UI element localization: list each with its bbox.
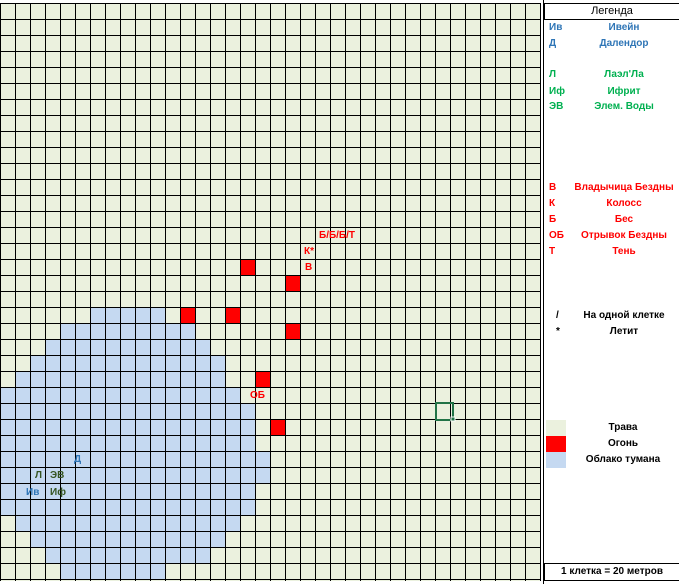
fog-cell [45,339,210,355]
scale-note: 1 клетка = 20 метров [544,563,679,581]
legend-enemy-ten: Т Тень [544,244,679,260]
legend-enemy-bes: Б Бес [544,212,679,228]
legend-name: Колосс [606,198,642,209]
fog-cell [0,435,255,451]
legend-code: К [549,198,556,209]
legend-ally-dalendor: Д Далендор [544,36,679,52]
fog-cell [15,515,240,531]
legend-ally-iveyn: Ив Ивейн [544,20,679,36]
map-label-koloss: К* [304,246,314,257]
map-label-ifrit: Иф [50,487,66,498]
legend-title: Легенда [544,3,679,20]
legend-code: ЭВ [549,101,564,112]
legend-name: Элем. Воды [594,101,654,112]
fire-cell [270,419,285,435]
map-label-iveyn: Ив [26,487,40,498]
fire-cell [225,307,240,323]
slash-icon: / [556,310,559,321]
fire-cell [285,275,300,291]
legend-panel: Легенда Ив Ивейн Д Далендор Л Лаэл'Ла Иф… [543,0,679,584]
map-label-elem-vody: ЭВ [50,470,65,481]
asterisk-icon: * [556,326,560,337]
fill-handle [450,416,456,422]
fire-cell [255,371,270,387]
legend-name: Летит [609,326,639,337]
legend-code: Иф [549,86,565,97]
fog-cell [0,419,255,435]
fog-cell [60,323,195,339]
legend-code: Л [549,69,557,80]
legend-name: Далендор [599,38,649,49]
fog-swatch [546,452,566,468]
map-label-bes-group: Б/Б/Б/Т [319,230,356,241]
map-label-dalendor: Д [74,454,82,465]
fog-cell [0,499,255,515]
legend-enemy-koloss: К Колосс [544,196,679,212]
grass-swatch [546,420,566,436]
legend-name: Ивейн [608,22,640,33]
legend-code: Д [549,38,557,49]
fog-cell [0,403,255,419]
fire-cell [285,323,300,339]
fog-cell [90,307,165,323]
legend-name: Владычица Бездны [574,182,674,193]
legend-terrain-grass: Трава [608,422,638,433]
legend-name: Отрывок Бездны [581,230,667,241]
battle-map[interactable] [0,0,543,584]
legend-name: Ифрит [607,86,641,97]
legend-name: Бес [614,214,634,225]
legend-code: Ив [549,22,563,33]
legend-ally-lael: Л Лаэл'Ла [544,67,679,83]
legend-name: Лаэл'Ла [604,69,644,80]
legend-name: На одной клетке [583,310,665,321]
legend-terrain-fog: Облако тумана [585,454,661,465]
map-label-vladychitsa: В [305,262,313,273]
fire-swatch [546,436,566,452]
legend-code: В [549,182,557,193]
legend-name: Тень [612,246,636,257]
legend-enemy-vladychitsa: В Владычица Бездны [544,180,679,196]
legend-enemy-otryvok: ОБ Отрывок Бездны [544,228,679,244]
legend-terrain-fire: Огонь [607,438,639,449]
legend-code: Т [549,246,556,257]
fog-cell [45,547,210,563]
legend-ally-ifrit: Иф Ифрит [544,84,679,100]
map-label-lael: Л [35,470,43,481]
legend-ally-elem-vody: ЭВ Элем. Воды [544,99,679,115]
legend-code: Б [549,214,557,225]
map-label-otryvok: ОБ [250,390,265,401]
fire-cell [180,307,195,323]
legend-symbol-same-cell: / На одной клетке [544,308,679,324]
fire-cell [240,259,255,275]
legend-symbol-flying: * Летит [544,324,679,340]
legend-code: ОБ [549,230,564,241]
